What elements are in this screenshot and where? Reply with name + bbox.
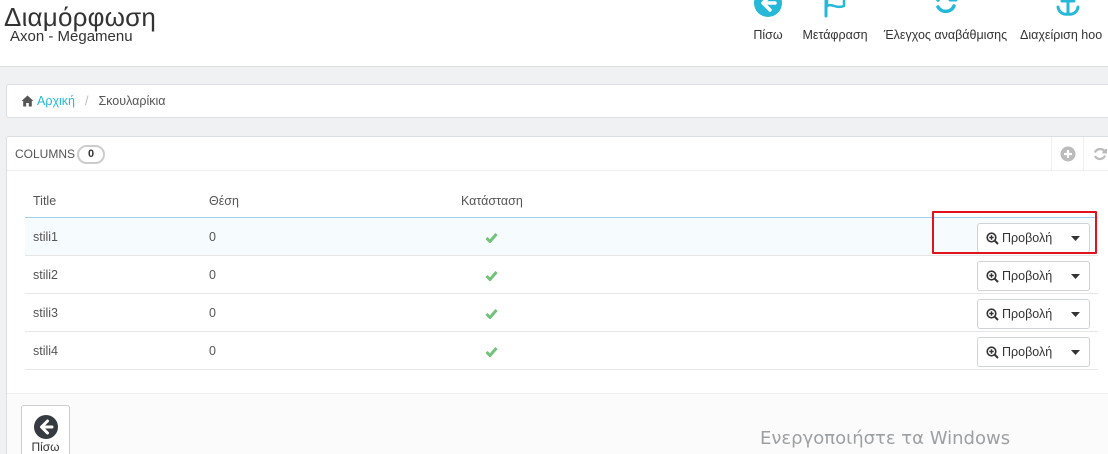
breadcrumb-separator: / (85, 94, 89, 108)
column-header-status[interactable]: Κατάσταση (461, 194, 523, 208)
columns-panel: COLUMNS 0 Title Θέση Κατάσταση stili1 0 … (6, 136, 1108, 454)
footer-back-button[interactable]: Πίσω (21, 405, 70, 454)
row-position: 0 (209, 230, 216, 244)
row-position: 0 (209, 306, 216, 320)
row-title: stili4 (33, 344, 59, 358)
caret-down-icon (1070, 311, 1080, 317)
column-header-position[interactable]: Θέση (209, 194, 239, 208)
toolbar-update-label: Έλεγχος αναβάθμισης (883, 28, 1008, 42)
refresh-icon (1093, 147, 1107, 161)
view-button[interactable]: Προβολή (977, 299, 1090, 329)
check-icon[interactable] (485, 232, 498, 243)
row-position: 0 (209, 344, 216, 358)
table-row[interactable]: stili4 0 Προβολή (25, 332, 1098, 370)
breadcrumb-current: Σκουλαρίκια (98, 94, 166, 108)
page-header: Διαμόρφωση Axon - Megamenu Πίσω Μετάφρασ… (0, 0, 1108, 67)
dropdown-toggle[interactable] (1061, 262, 1089, 290)
check-icon[interactable] (485, 346, 498, 357)
toolbar-update-button[interactable]: Έλεγχος αναβάθμισης (883, 0, 1008, 60)
add-column-button[interactable] (1051, 137, 1083, 171)
toolbar-back-label: Πίσω (753, 28, 783, 42)
toolbar-translate-button[interactable]: Μετάφραση (800, 0, 870, 60)
panel-title: COLUMNS (15, 147, 76, 161)
column-header-title[interactable]: Title (33, 194, 56, 208)
plus-circle-icon (1060, 146, 1075, 162)
breadcrumb-home-link[interactable]: Αρχική (21, 94, 75, 108)
check-icon[interactable] (485, 308, 498, 319)
view-button[interactable]: Προβολή (977, 337, 1090, 367)
zoom-in-icon (986, 269, 999, 283)
row-title: stili1 (33, 230, 59, 244)
zoom-in-icon (986, 345, 999, 359)
panel-heading: COLUMNS 0 (7, 137, 1108, 171)
breadcrumb: Αρχική / Σκουλαρίκια (6, 84, 1108, 118)
table-row[interactable]: stili2 0 Προβολή (25, 256, 1098, 294)
anchor-icon (1056, 0, 1080, 16)
arrow-left-circle-icon (34, 415, 58, 439)
page-subtitle: Axon - Megamenu (10, 28, 133, 45)
toolbar-hooks-button[interactable]: Διαχείριση hoo (1020, 0, 1108, 60)
highlight-annotation (932, 211, 1097, 254)
table-row[interactable]: stili3 0 Προβολή (25, 294, 1098, 332)
toolbar-hooks-label: Διαχείριση hoo (1020, 28, 1103, 42)
refresh-icon (935, 0, 957, 14)
caret-down-icon (1070, 349, 1080, 355)
windows-activation-watermark: Ενεργοποιήστε τα Windows (760, 428, 1011, 449)
check-icon[interactable] (485, 270, 498, 281)
refresh-list-button[interactable] (1083, 137, 1108, 171)
arrow-left-circle-icon (754, 0, 782, 17)
view-button-label: Προβολή (1002, 269, 1053, 283)
flag-icon (824, 0, 846, 18)
view-button-label: Προβολή (1002, 345, 1053, 359)
toolbar-translate-label: Μετάφραση (802, 28, 868, 42)
zoom-in-icon (986, 307, 999, 321)
row-title: stili2 (33, 268, 59, 282)
caret-down-icon (1070, 273, 1080, 279)
dropdown-toggle[interactable] (1061, 338, 1089, 366)
panel-count-badge: 0 (77, 145, 105, 164)
view-button-main[interactable]: Προβολή (978, 338, 1061, 366)
toolbar-back-button[interactable]: Πίσω (748, 0, 788, 60)
row-title: stili3 (33, 306, 59, 320)
view-button[interactable]: Προβολή (977, 261, 1090, 291)
home-icon (21, 95, 34, 107)
footer-back-label: Πίσω (31, 440, 60, 454)
row-position: 0 (209, 268, 216, 282)
dropdown-toggle[interactable] (1061, 300, 1089, 328)
view-button-main[interactable]: Προβολή (978, 262, 1061, 290)
view-button-main[interactable]: Προβολή (978, 300, 1061, 328)
breadcrumb-home-label: Αρχική (37, 94, 75, 108)
view-button-label: Προβολή (1002, 307, 1053, 321)
